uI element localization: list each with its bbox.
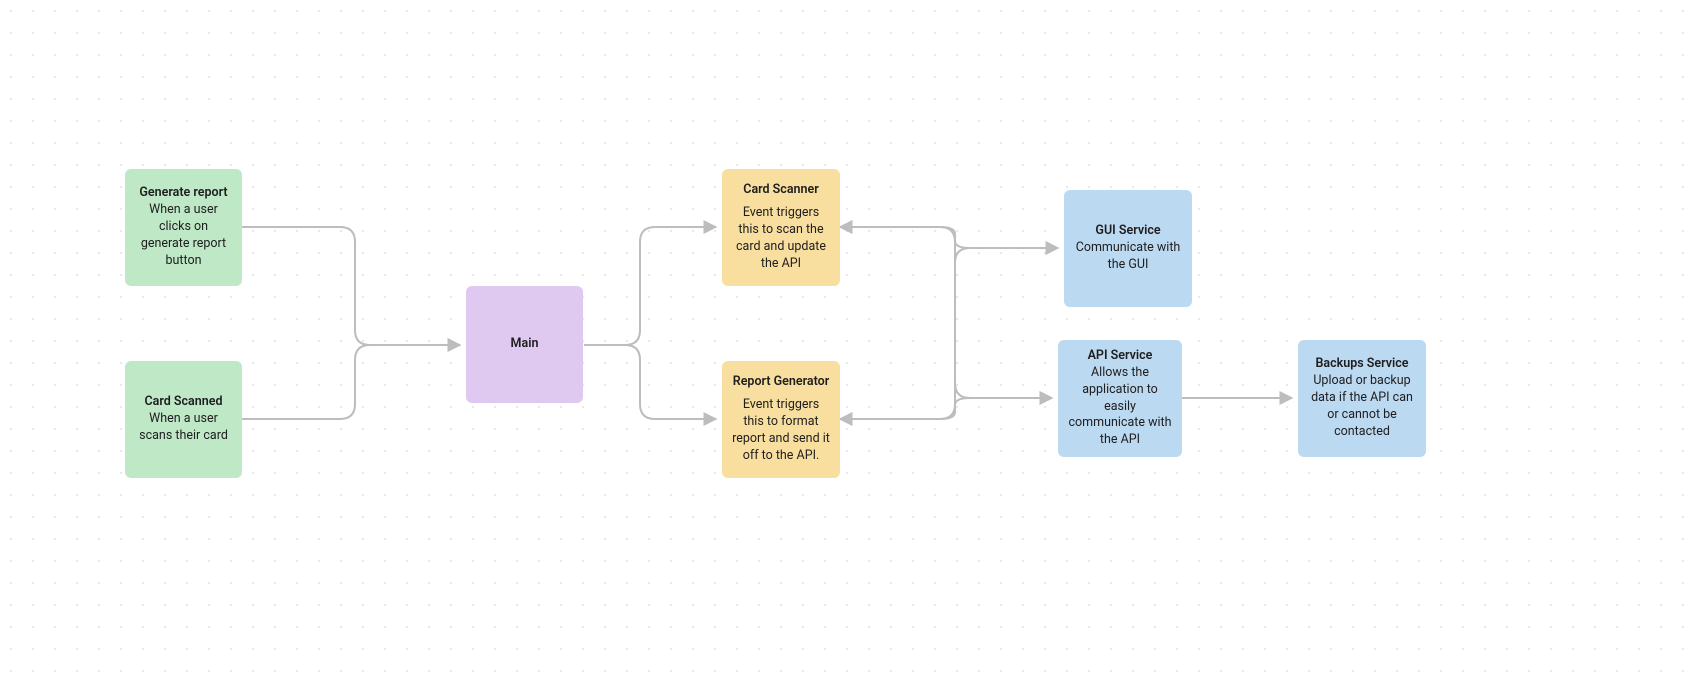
node-card-scanner[interactable]: Card Scanner Event triggers this to scan… — [722, 169, 840, 286]
node-title: GUI Service — [1095, 223, 1160, 240]
node-body: When a user clicks on generate report bu… — [135, 202, 232, 270]
node-title: Backups Service — [1315, 356, 1408, 373]
edge-reportgen-api — [840, 398, 1052, 419]
edge-main-reportgen — [584, 345, 716, 419]
node-body: Event triggers this to format report and… — [732, 397, 830, 465]
node-body: Upload or backup data if the API can or … — [1308, 373, 1416, 441]
node-card-scanned[interactable]: Card Scanned When a user scans their car… — [125, 361, 242, 478]
node-api-service[interactable]: API Service Allows the application to ea… — [1058, 340, 1182, 457]
edge-main-cardscanner — [584, 227, 716, 345]
node-title: Report Generator — [733, 374, 829, 391]
edge-cardscanner-api — [840, 227, 1052, 398]
edge-reportgen-gui — [840, 248, 1058, 419]
node-title: Main — [511, 336, 539, 353]
node-main[interactable]: Main — [466, 286, 583, 403]
node-body: Event triggers this to scan the card and… — [732, 205, 830, 273]
node-title: Card Scanned — [144, 394, 222, 411]
node-backups-service[interactable]: Backups Service Upload or backup data if… — [1298, 340, 1426, 457]
edges-layer — [0, 0, 1702, 690]
edge-cardscanned-main — [242, 345, 460, 419]
node-title: API Service — [1088, 348, 1153, 365]
edge-generate-main — [242, 227, 460, 345]
node-gui-service[interactable]: GUI Service Communicate with the GUI — [1064, 190, 1192, 307]
node-title: Generate report — [139, 185, 227, 202]
node-body: Communicate with the GUI — [1074, 240, 1182, 274]
node-report-generator[interactable]: Report Generator Event triggers this to … — [722, 361, 840, 478]
node-generate-report[interactable]: Generate report When a user clicks on ge… — [125, 169, 242, 286]
edge-cardscanner-gui — [840, 227, 1058, 248]
node-body: When a user scans their card — [135, 411, 232, 445]
node-title: Card Scanner — [743, 182, 818, 199]
diagram-canvas[interactable]: Generate report When a user clicks on ge… — [0, 0, 1702, 690]
node-body: Allows the application to easily communi… — [1068, 365, 1172, 449]
